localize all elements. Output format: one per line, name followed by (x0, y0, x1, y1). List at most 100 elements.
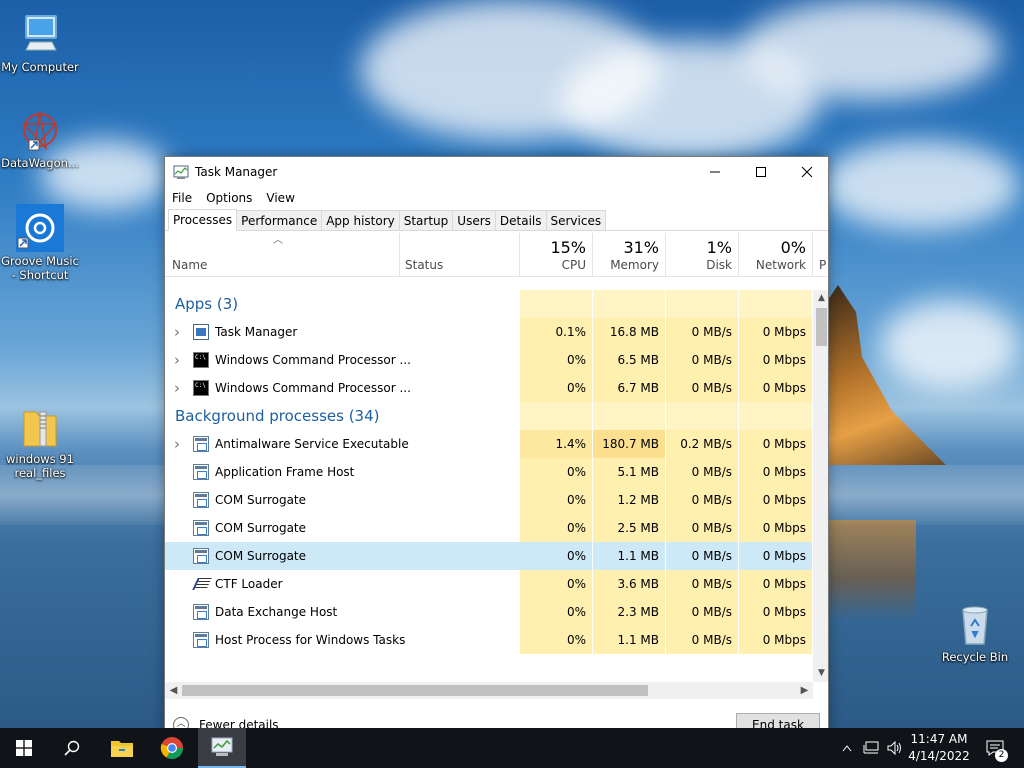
process-row[interactable]: Application Frame Host 0% 5.1 MB 0 MB/s 0 Mb… (165, 458, 813, 486)
chevron-right-icon[interactable]: › (174, 430, 180, 458)
tab-details[interactable]: Details (494, 210, 547, 230)
task-manager-window: Task Manager File Options View Processes… (164, 156, 829, 736)
process-row[interactable]: COM Surrogate 0% 2.5 MB 0 MB/s 0 Mbps (165, 514, 813, 542)
notification-badge: 2 (995, 749, 1008, 762)
action-center-button[interactable]: 2 (980, 728, 1010, 768)
memory-total: 31% (623, 238, 659, 257)
heat-cell (520, 290, 593, 318)
process-disk-value: 0 MB/s (666, 346, 739, 374)
clock[interactable]: 11:47 AM 4/14/2022 (906, 731, 972, 765)
process-row[interactable]: ›Windows Command Processor ...0%6.5 MB0 … (165, 346, 813, 374)
process-name: Data Exchange Host (215, 605, 338, 619)
column-memory[interactable]: 31% Memory (593, 233, 666, 277)
menu-view[interactable]: View (266, 191, 294, 205)
groove-music-icon (16, 204, 64, 252)
desktop-icon-windows91[interactable]: windows 91 real_files (0, 402, 80, 480)
start-button[interactable] (0, 728, 48, 768)
process-name: Task Manager (215, 325, 298, 339)
process-memory-value: 16.8 MB (593, 318, 666, 346)
process-row[interactable]: ›Windows Command Processor ...0%6.7 MB0 … (165, 374, 813, 402)
process-disk-value: 0 MB/s (666, 626, 739, 654)
process-row[interactable]: Host Process for Windows Tasks 0% 1.1 MB 0 … (165, 626, 813, 654)
network-tray-button[interactable] (860, 728, 882, 768)
datawagon-icon (16, 106, 64, 154)
search-button[interactable] (48, 728, 96, 768)
process-name: COM Surrogate (215, 493, 307, 507)
process-row[interactable]: › Task Manager 0.1% 16.8 MB 0 MB/s 0 Mbps (165, 318, 813, 346)
close-button[interactable] (784, 157, 828, 187)
column-disk-label: Disk (706, 258, 732, 272)
chrome-button[interactable] (148, 728, 196, 768)
scroll-up-icon[interactable]: ▲ (813, 290, 828, 307)
column-network[interactable]: 0% Network (739, 233, 813, 277)
cmd-icon (193, 380, 209, 396)
minimize-button[interactable] (692, 157, 738, 187)
desktop-icon-my-computer[interactable]: My Computer (0, 10, 80, 74)
process-disk-value: 0.2 MB/s (666, 430, 739, 458)
process-icon (193, 604, 209, 620)
group-header[interactable]: Apps (3) (165, 290, 813, 318)
process-network-value: 0 Mbps (739, 318, 813, 346)
scroll-thumb-horizontal[interactable] (182, 685, 648, 696)
process-row[interactable]: COM Surrogate 0% 1.1 MB 0 MB/s 0 Mbps (165, 542, 813, 570)
process-network-value: 0 Mbps (739, 598, 813, 626)
vertical-scrollbar[interactable]: ▲ ▼ (813, 290, 828, 682)
process-row[interactable]: COM Surrogate 0% 1.2 MB 0 MB/s 0 Mbps (165, 486, 813, 514)
heat-cell (593, 290, 666, 318)
process-cpu-value: 0% (520, 374, 593, 402)
group-title: Apps (3) (175, 295, 239, 313)
title-bar[interactable]: Task Manager (165, 157, 828, 187)
tab-startup[interactable]: Startup (398, 210, 454, 230)
chevron-right-icon[interactable]: › (174, 374, 180, 402)
column-name[interactable]: ︿ Name (165, 233, 400, 277)
cloud (820, 140, 1020, 230)
column-power-partial[interactable]: P (813, 233, 828, 277)
group-header[interactable]: Background processes (34) (165, 402, 813, 430)
file-explorer-button[interactable] (98, 728, 146, 768)
scroll-left-icon[interactable]: ◀ (165, 682, 182, 699)
chevron-right-icon[interactable]: › (174, 318, 180, 346)
chevron-right-icon[interactable]: › (174, 346, 180, 374)
group-title: Background processes (34) (175, 407, 380, 425)
column-status[interactable]: Status (400, 233, 520, 277)
tab-app-history[interactable]: App history (321, 210, 400, 230)
show-hidden-icons-button[interactable] (838, 728, 856, 768)
scroll-thumb[interactable] (816, 308, 827, 346)
volume-tray-button[interactable] (884, 728, 906, 768)
desktop-icon-recycle-bin[interactable]: Recycle Bin (935, 600, 1015, 664)
menu-options[interactable]: Options (206, 191, 252, 205)
process-row[interactable]: CTF Loader 0% 3.6 MB 0 MB/s 0 Mbps (165, 570, 813, 598)
search-icon (64, 740, 80, 756)
cmd-icon (193, 352, 209, 368)
tab-services[interactable]: Services (545, 210, 607, 230)
disk-total: 1% (706, 238, 732, 257)
menu-bar: File Options View (165, 187, 828, 209)
tab-users[interactable]: Users (452, 210, 496, 230)
process-cpu-value: 0% (520, 346, 593, 374)
process-row[interactable]: › Antimalware Service Executable 1.4% 180.7… (165, 430, 813, 458)
menu-file[interactable]: File (172, 191, 192, 205)
maximize-icon (756, 167, 766, 177)
column-disk[interactable]: 1% Disk (666, 233, 739, 277)
process-disk-value: 0 MB/s (666, 374, 739, 402)
heat-cell (666, 290, 739, 318)
scroll-right-icon[interactable]: ▶ (796, 682, 813, 699)
process-row[interactable]: Data Exchange Host 0% 2.3 MB 0 MB/s 0 Mbps (165, 598, 813, 626)
tab-processes[interactable]: Processes (168, 209, 238, 231)
process-memory-value: 2.5 MB (593, 514, 666, 542)
cloud (740, 0, 1000, 100)
task-manager-taskbar-button[interactable] (198, 728, 246, 768)
desktop-icon-datawagon[interactable]: DataWagon... (0, 106, 80, 170)
column-cpu[interactable]: 15% CPU (520, 233, 593, 277)
desktop-icon-label: Groove Music - Shortcut (1, 254, 79, 282)
task-manager-icon (211, 737, 233, 756)
process-disk-value: 0 MB/s (666, 598, 739, 626)
column-power-label: P (819, 258, 827, 272)
horizontal-scrollbar[interactable]: ◀ ▶ (165, 682, 813, 699)
start-icon (16, 740, 32, 756)
maximize-button[interactable] (738, 157, 784, 187)
scroll-down-icon[interactable]: ▼ (813, 665, 828, 682)
desktop-icon-groove-music[interactable]: Groove Music - Shortcut (0, 204, 80, 282)
process-name: Host Process for Windows Tasks (215, 633, 406, 647)
tab-performance[interactable]: Performance (236, 210, 323, 230)
